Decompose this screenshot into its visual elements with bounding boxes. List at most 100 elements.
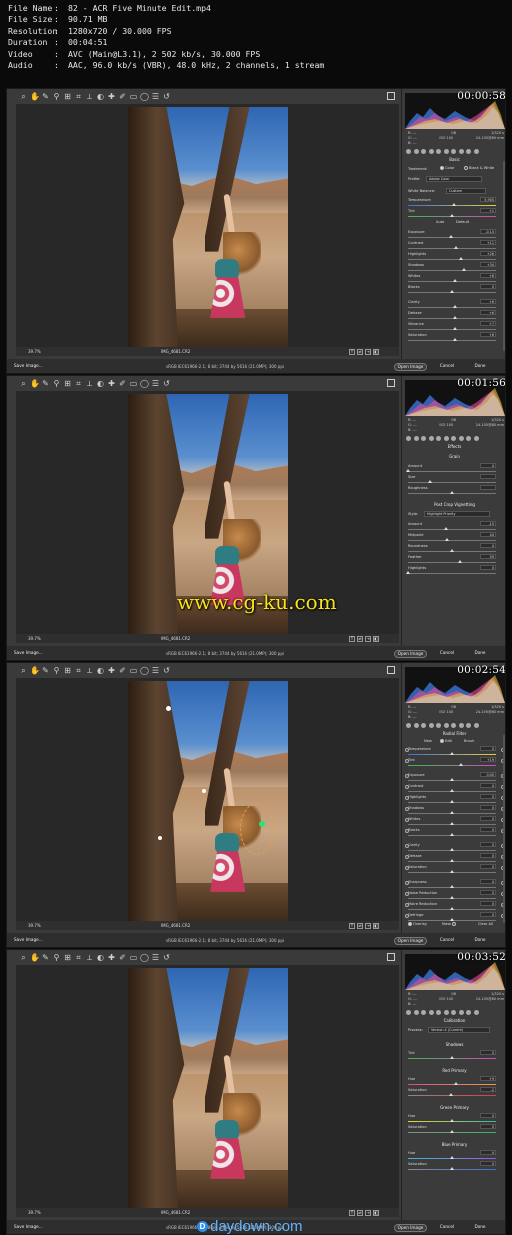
adjust-slider[interactable]: Contrast 0 [408, 783, 496, 794]
slider-value[interactable]: +26 [480, 251, 496, 256]
minus-icon[interactable] [405, 774, 409, 778]
tab-calibration-icon[interactable] [458, 1009, 464, 1015]
slider-value[interactable]: 0 [480, 1050, 496, 1055]
color-sampler-icon[interactable]: ⚲ [52, 92, 61, 101]
tab-snapshots-icon[interactable] [473, 1009, 479, 1015]
slider-value[interactable] [480, 485, 496, 490]
tab-split-toning-icon[interactable] [436, 1009, 441, 1015]
targeted-adjust-icon[interactable]: ⊞ [63, 666, 72, 675]
tab-detail-icon[interactable] [421, 722, 426, 728]
preview-toggle-icon[interactable] [387, 92, 395, 100]
zoom-level[interactable]: 39.7% [28, 636, 48, 641]
tab-tone-curve-icon[interactable] [413, 148, 419, 154]
straighten-icon[interactable]: ⟂ [85, 953, 94, 962]
panel-scrollbar[interactable] [503, 161, 505, 351]
adjust-slider[interactable]: Whites 0 [408, 816, 496, 827]
slider-track[interactable] [408, 765, 496, 766]
slider-knob[interactable] [450, 789, 454, 792]
slider-value[interactable]: -15 [480, 521, 496, 526]
slider-knob[interactable] [452, 327, 457, 330]
adjustment-brush-icon[interactable]: ✐ [118, 953, 127, 962]
minus-icon[interactable] [405, 818, 409, 822]
slider-knob[interactable] [450, 290, 454, 293]
slider-value[interactable]: +19 [480, 757, 496, 762]
zoom-icon[interactable]: ⌕ [19, 92, 28, 101]
crop-icon[interactable]: ⌗ [74, 953, 83, 962]
radial-filter-icon[interactable]: ◯ [140, 379, 149, 388]
crop-icon[interactable]: ⌗ [74, 92, 83, 101]
minus-icon[interactable] [405, 844, 409, 848]
slider-track[interactable] [408, 573, 496, 574]
minus-icon[interactable] [405, 855, 409, 859]
zoom-icon[interactable]: ⌕ [19, 953, 28, 962]
cancel-button[interactable]: Cancel [432, 650, 462, 658]
adjust-slider[interactable]: Temperature 5,900 [408, 197, 496, 208]
slider-value[interactable]: +7 [480, 321, 496, 326]
graduated-filter-icon[interactable]: ▭ [129, 92, 138, 101]
tab-hsl-icon[interactable] [428, 148, 434, 154]
redeye-icon[interactable]: ✚ [107, 379, 116, 388]
slider-knob[interactable] [454, 1082, 459, 1085]
radial-filter-icon[interactable]: ◯ [140, 953, 149, 962]
slider-value[interactable]: 0 [480, 864, 496, 869]
slider-value[interactable]: 0.00 [480, 772, 496, 777]
white-balance-icon[interactable]: ✎ [41, 92, 50, 101]
swap-icon[interactable]: ⇄ [357, 922, 363, 929]
tab-tone-curve-icon[interactable] [413, 722, 419, 728]
adjust-slider[interactable]: Hue 0 [408, 1150, 496, 1161]
done-button[interactable]: Done [467, 1224, 493, 1232]
slider-value[interactable]: 59 [480, 554, 496, 559]
preferences-icon[interactable]: ☰ [151, 379, 160, 388]
adjust-slider[interactable]: Exposure -0.10 [408, 229, 496, 240]
minus-icon[interactable] [405, 829, 409, 833]
adjust-slider[interactable]: Noise Reduction 0 [408, 890, 496, 901]
slider-knob[interactable] [450, 800, 454, 803]
preferences-icon[interactable]: ☰ [151, 953, 160, 962]
slider-knob[interactable] [450, 885, 454, 888]
tab-detail-icon[interactable] [421, 435, 426, 441]
adjust-slider[interactable]: Tint 0 [408, 1050, 496, 1061]
slider-value[interactable]: +1 [480, 208, 496, 213]
slider-knob[interactable] [450, 778, 454, 781]
redeye-icon[interactable]: ✚ [107, 92, 116, 101]
image-canvas[interactable] [16, 965, 399, 1217]
rotate-icon[interactable]: ↺ [162, 666, 171, 675]
before-after-icon[interactable]: Y [349, 348, 355, 355]
slider-knob[interactable] [450, 918, 454, 921]
slider-track[interactable] [408, 562, 496, 563]
adjust-slider[interactable]: Vibrance +7 [408, 321, 496, 332]
slider-knob[interactable] [451, 203, 456, 206]
slider-value[interactable]: 0 [480, 901, 496, 906]
done-button[interactable]: Done [467, 650, 493, 658]
tab-basic-icon[interactable] [406, 435, 411, 441]
tab-split-toning-icon[interactable] [436, 722, 441, 728]
minus-icon[interactable] [405, 914, 409, 918]
slider-knob[interactable] [450, 549, 454, 552]
tab-snapshots-icon[interactable] [473, 435, 479, 441]
adjust-slider[interactable]: Saturation 0 [408, 864, 496, 875]
slider-value[interactable]: +34 [480, 262, 496, 267]
preview-toggle-icon[interactable] [387, 666, 395, 674]
tab-lens-icon[interactable] [443, 722, 449, 728]
slider-knob[interactable] [450, 833, 454, 836]
tab-effects-icon[interactable] [451, 1009, 456, 1015]
image-canvas[interactable] [16, 104, 399, 356]
slider-knob[interactable] [450, 907, 454, 910]
hand-icon[interactable]: ✋ [30, 379, 40, 388]
slider-value[interactable]: 0 [480, 827, 496, 832]
slider-knob[interactable] [450, 822, 454, 825]
slider-value[interactable]: 0 [480, 853, 496, 858]
image-canvas[interactable] [16, 678, 399, 930]
slider-knob[interactable] [452, 338, 457, 341]
adjust-slider[interactable]: Shadows 0 [408, 805, 496, 816]
targeted-adjust-icon[interactable]: ⊞ [63, 379, 72, 388]
tab-split-toning-icon[interactable] [436, 148, 441, 154]
slider-track[interactable] [408, 471, 496, 472]
slider-value[interactable]: 0 [480, 284, 496, 289]
adjust-slider[interactable]: Roundness 0 [408, 543, 496, 554]
adjust-slider[interactable]: Blacks 0 [408, 827, 496, 838]
slider-value[interactable]: +11 [480, 240, 496, 245]
toggle-icon[interactable]: ◧ [373, 1209, 379, 1216]
slider-knob[interactable] [450, 859, 454, 862]
spot-removal-icon[interactable]: ◐ [96, 92, 105, 101]
